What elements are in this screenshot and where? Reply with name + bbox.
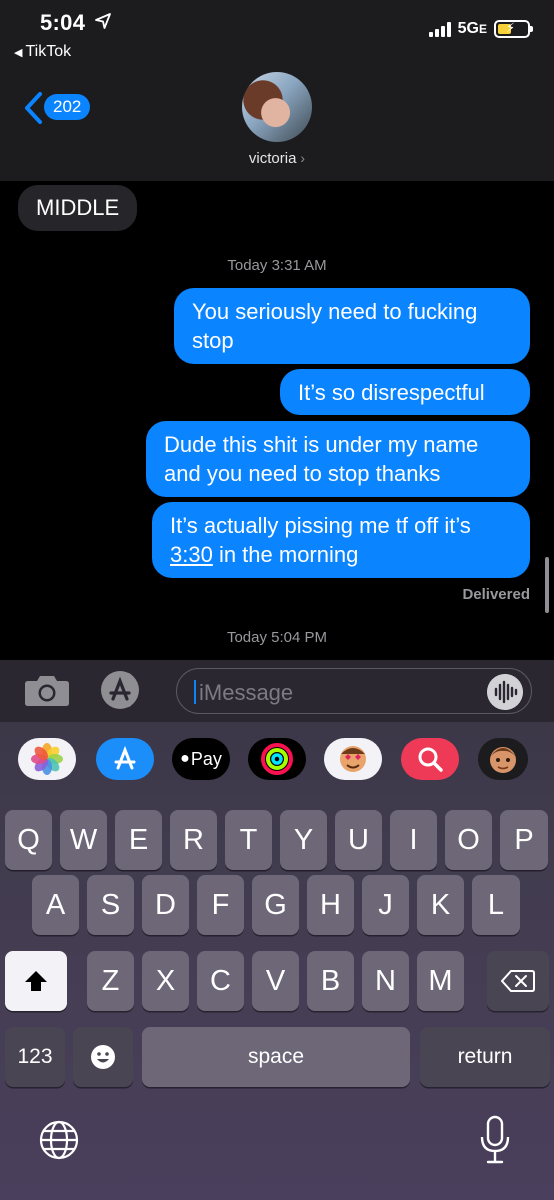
audio-message-icon[interactable]	[487, 674, 523, 710]
key-e[interactable]: E	[115, 810, 162, 870]
compose-bar: iMessage	[0, 660, 554, 722]
shift-arrow-icon	[25, 971, 47, 991]
apple-pay-icon[interactable]: ● Pay	[172, 738, 230, 780]
outgoing-message-bubble[interactable]: It’s so disrespectful	[280, 369, 530, 415]
outgoing-message-bubble[interactable]: Dude this shit is under my name and you …	[146, 421, 530, 497]
photos-icon[interactable]	[18, 738, 76, 780]
key-k[interactable]: K	[417, 875, 464, 935]
key-x[interactable]: X	[142, 951, 189, 1011]
back-app-label: TikTok	[25, 43, 72, 60]
space-key[interactable]: space	[142, 1027, 410, 1087]
chevron-right-icon: ›	[300, 150, 306, 166]
memoji-stickers-icon[interactable]	[324, 738, 382, 780]
message-text: You seriously need to fucking	[192, 299, 478, 324]
imessage-input[interactable]: iMessage	[176, 668, 532, 714]
key-p[interactable]: P	[500, 810, 548, 870]
location-arrow-icon	[95, 13, 111, 29]
message-text: and you need to stop thanks	[164, 461, 441, 486]
key-t[interactable]: T	[225, 810, 272, 870]
key-j[interactable]: J	[362, 875, 409, 935]
emoji-icon	[91, 1045, 115, 1069]
network-type: 5GE	[457, 20, 487, 37]
text-cursor	[194, 680, 196, 704]
return-key[interactable]: return	[420, 1027, 550, 1087]
globe-icon[interactable]	[38, 1119, 80, 1161]
back-chevron-icon[interactable]	[22, 91, 44, 125]
input-placeholder: iMessage	[199, 680, 294, 705]
back-triangle-icon: ◀	[14, 47, 23, 59]
key-z[interactable]: Z	[87, 951, 134, 1011]
camera-icon[interactable]	[24, 673, 70, 707]
app-store-icon[interactable]	[96, 738, 154, 780]
delete-key[interactable]	[487, 951, 549, 1011]
key-b[interactable]: B	[307, 951, 354, 1011]
backspace-icon	[501, 970, 535, 992]
back-to-app-link[interactable]: ◀ TikTok	[14, 43, 71, 61]
memoji-icon[interactable]	[478, 738, 528, 780]
message-text: It’s actually pissing me tf off it’s	[170, 513, 471, 538]
key-q[interactable]: Q	[5, 810, 52, 870]
key-r[interactable]: R	[170, 810, 217, 870]
shift-key[interactable]	[5, 951, 67, 1011]
key-o[interactable]: O	[445, 810, 492, 870]
scrollbar[interactable]	[545, 557, 549, 613]
contact-avatar[interactable]	[242, 72, 312, 142]
web-search-icon[interactable]	[401, 738, 459, 780]
key-s[interactable]: S	[87, 875, 134, 935]
battery-icon: ⚡	[494, 20, 533, 38]
message-text: stop	[192, 328, 234, 353]
unread-count-badge[interactable]: 202	[44, 94, 91, 120]
outgoing-message-bubble[interactable]: It’s actually pissing me tf off it’s 3:3…	[152, 502, 530, 578]
key-i[interactable]: I	[390, 810, 437, 870]
incoming-message-bubble[interactable]: MIDDLE	[18, 185, 138, 231]
numbers-key[interactable]: 123	[5, 1027, 65, 1087]
key-c[interactable]: C	[197, 951, 244, 1011]
key-a[interactable]: A	[32, 875, 79, 935]
time-link[interactable]: 3:30	[170, 542, 213, 567]
key-l[interactable]: L	[472, 875, 520, 935]
key-m[interactable]: M	[417, 951, 464, 1011]
status-time: 5:04	[40, 10, 86, 35]
key-n[interactable]: N	[362, 951, 409, 1011]
contact-name: victoria	[248, 150, 297, 167]
timestamp: Today 3:31 AM	[227, 257, 327, 274]
key-w[interactable]: W	[60, 810, 107, 870]
app-drawer: ● Pay	[0, 732, 554, 788]
delivered-status: Delivered	[462, 586, 530, 603]
emoji-key[interactable]	[73, 1027, 133, 1087]
message-text: It’s so disrespectful	[298, 380, 485, 405]
signal-icon	[428, 21, 451, 37]
message-text: Dude this shit is under my name	[164, 432, 479, 457]
contact-name-button[interactable]: victoria ›	[0, 150, 554, 167]
key-g[interactable]: G	[252, 875, 299, 935]
status-indicators: 5GE ⚡	[428, 20, 533, 38]
keyboard: ● Pay Q W E R T Y U I O P A S D F G H J …	[0, 722, 554, 1200]
activity-icon[interactable]	[248, 738, 306, 780]
timestamp: Today 5:04 PM	[226, 629, 328, 646]
app-store-icon[interactable]	[98, 670, 150, 710]
conversation-header: 5:04 ◀ TikTok 5GE ⚡ 202 victoria ›	[0, 0, 554, 181]
key-u[interactable]: U	[335, 810, 382, 870]
message-text: MIDDLE	[36, 195, 120, 220]
message-text: in the morning	[212, 542, 359, 567]
key-y[interactable]: Y	[280, 810, 327, 870]
key-f[interactable]: F	[197, 875, 244, 935]
key-d[interactable]: D	[142, 875, 189, 935]
key-v[interactable]: V	[252, 951, 299, 1011]
key-h[interactable]: H	[307, 875, 354, 935]
message-thread[interactable]: MIDDLE Today 3:31 AM You seriously need …	[0, 181, 554, 660]
dictation-mic-icon[interactable]	[478, 1115, 512, 1165]
outgoing-message-bubble[interactable]: You seriously need to fucking stop	[174, 288, 530, 364]
